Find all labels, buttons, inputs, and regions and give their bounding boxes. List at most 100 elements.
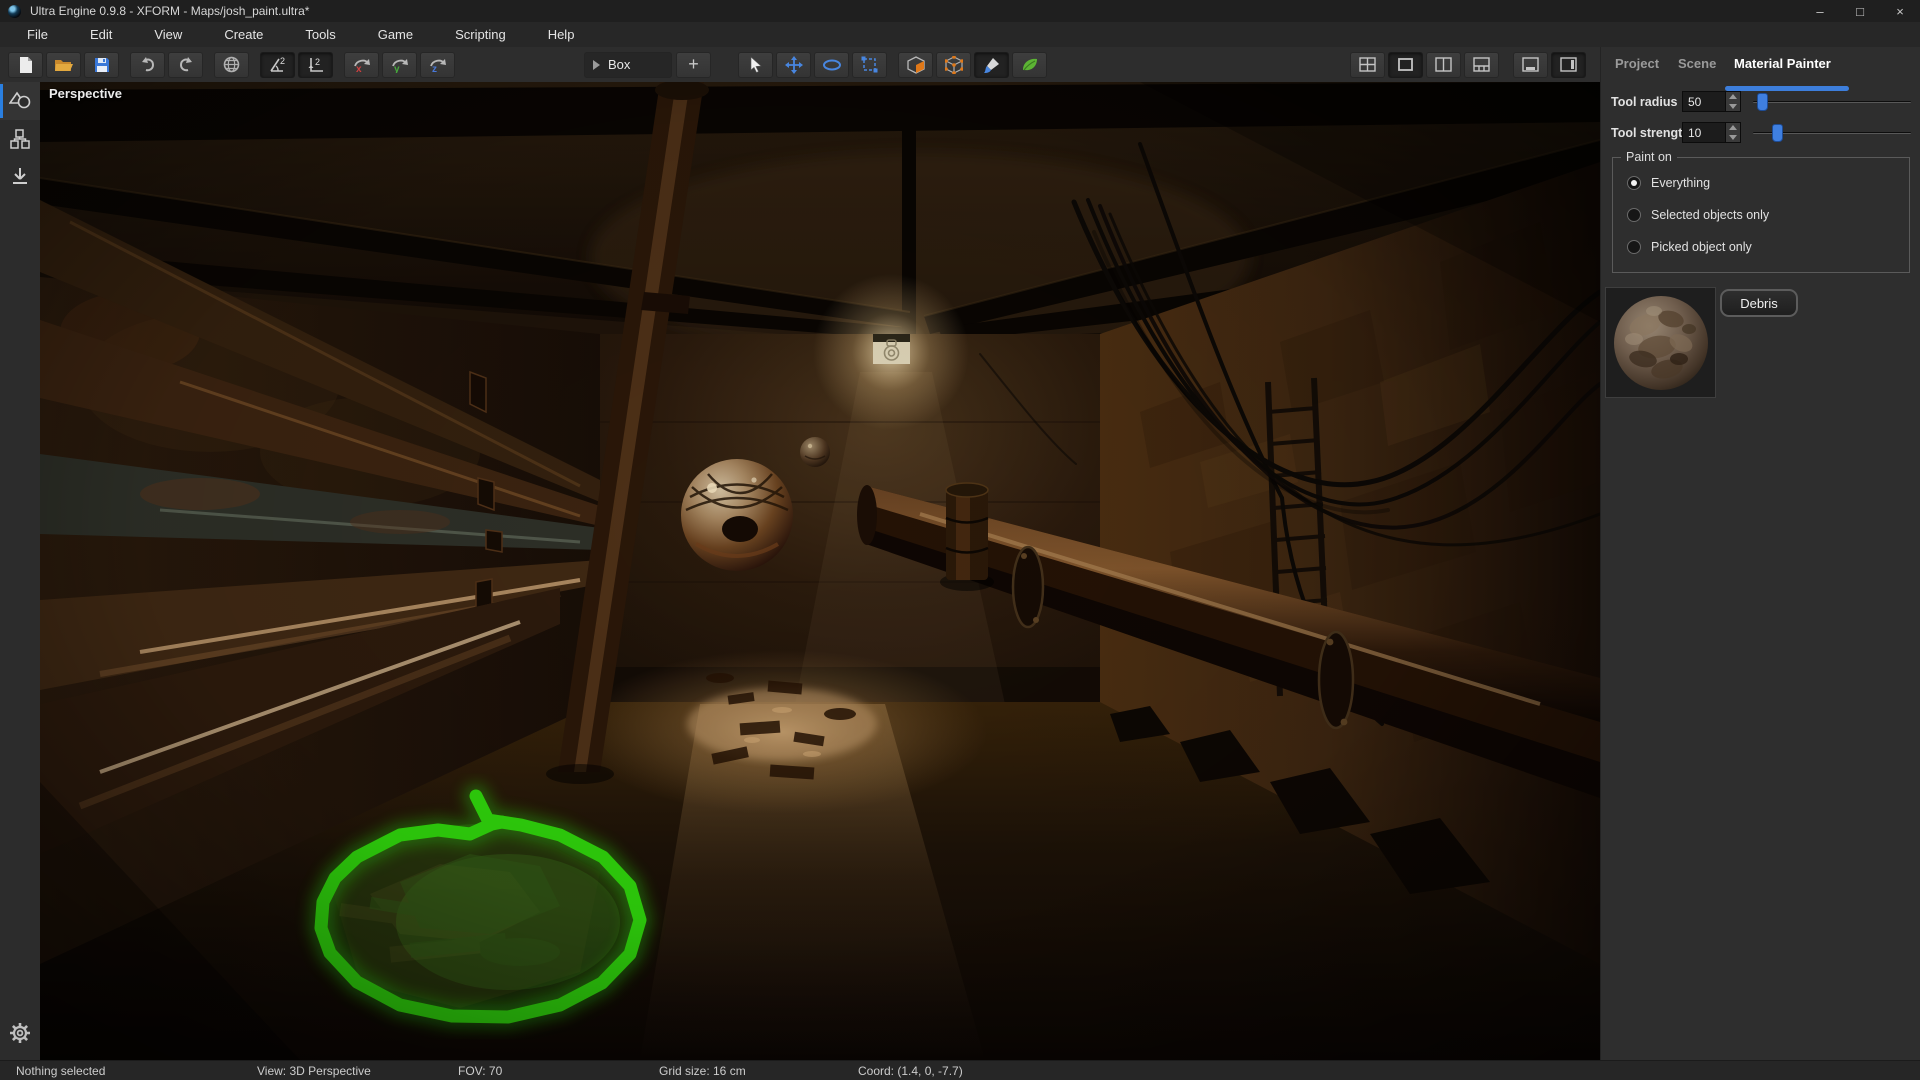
toggle-bottom-panel-button[interactable] [1513,52,1548,78]
tool-strength-spinner[interactable] [1726,122,1741,143]
app-logo-icon [8,5,21,18]
spin-down-icon [1729,135,1737,140]
layout-single-button[interactable] [1388,52,1423,78]
minimize-button[interactable]: – [1800,0,1840,22]
tool-strength-slider[interactable] [1753,123,1911,143]
save-icon [94,57,110,73]
layout-columns-icon [1435,57,1452,72]
close-button[interactable]: × [1880,0,1920,22]
maximize-button[interactable]: □ [1840,0,1880,22]
undo-icon [139,57,157,73]
viewport-3d[interactable]: Perspective [40,82,1600,1060]
toolbar: 2 2 x y z Box + [0,47,1600,82]
slider-handle[interactable] [1757,93,1768,111]
add-primitive-button[interactable]: + [676,52,711,78]
sidebar-item-settings[interactable] [0,1014,40,1052]
vertex-select-icon [945,56,963,74]
primitive-dropdown[interactable]: Box [584,52,672,78]
scale-tool-button[interactable] [852,52,887,78]
toggle-right-panel-button[interactable] [1551,52,1586,78]
radio-icon [1627,208,1641,222]
foliage-leaf-icon [1021,57,1039,73]
open-folder-icon [54,57,74,73]
svg-text:z: z [432,64,437,73]
rotate-x-button[interactable]: x [344,52,379,78]
face-select-button[interactable] [898,52,933,78]
dropdown-arrow-icon [593,60,600,70]
layout-quad-button[interactable] [1350,52,1385,78]
slider-handle[interactable] [1772,124,1783,142]
foliage-tool-button[interactable] [1012,52,1047,78]
tab-scene[interactable]: Scene [1678,56,1716,71]
menu-bar: File Edit View Create Tools Game Scripti… [0,22,1920,47]
menu-view[interactable]: View [133,22,203,47]
move-icon [785,56,803,74]
layout-quad-icon [1359,57,1376,72]
new-file-icon [18,56,34,74]
left-sidebar [0,82,40,1060]
rotate-y-button[interactable]: y [382,52,417,78]
objects-icon [9,91,31,111]
menu-tools[interactable]: Tools [284,22,356,47]
save-button[interactable] [84,52,119,78]
sidebar-item-hierarchy[interactable] [0,120,40,158]
publish-button[interactable] [214,52,249,78]
viewport-3d-scene [40,82,1600,1060]
svg-text:y: y [394,64,400,73]
grid-snap-toggle[interactable]: 2 [298,52,333,78]
hierarchy-icon [10,129,30,149]
vertex-select-button[interactable] [936,52,971,78]
settings-gear-icon [9,1022,31,1044]
select-cursor-icon [749,56,763,73]
redo-button[interactable] [168,52,203,78]
menu-create[interactable]: Create [203,22,284,47]
spin-up-icon [1729,125,1737,130]
redo-icon [177,57,195,73]
face-select-icon [907,56,925,74]
sidebar-item-import[interactable] [0,158,40,196]
scale-icon [861,56,878,73]
select-tool-button[interactable] [738,52,773,78]
rotate-x-icon: x [352,56,372,73]
tab-project[interactable]: Project [1615,56,1659,71]
radio-picked-object[interactable]: Picked object only [1627,240,1752,254]
new-file-button[interactable] [8,52,43,78]
status-bar: Nothing selected View: 3D Perspective FO… [0,1060,1920,1080]
menu-game[interactable]: Game [357,22,434,47]
undo-button[interactable] [130,52,165,78]
rotate-z-button[interactable]: z [420,52,455,78]
layout-columns-button[interactable] [1426,52,1461,78]
tab-material-painter[interactable]: Material Painter [1734,56,1831,71]
open-file-button[interactable] [46,52,81,78]
tool-radius-input[interactable] [1682,91,1726,112]
paint-tool-button[interactable] [974,52,1009,78]
menu-file[interactable]: File [6,22,69,47]
tool-strength-input[interactable] [1682,122,1726,143]
spin-up-icon [1729,94,1737,99]
layout-single-icon [1397,57,1414,72]
rotate-tool-button[interactable] [814,52,849,78]
active-tab-underline [1725,86,1849,91]
move-tool-button[interactable] [776,52,811,78]
radio-everything[interactable]: Everything [1627,176,1710,190]
rotation-snap-toggle[interactable]: 2 [260,52,295,78]
import-icon [11,167,29,187]
material-name-button[interactable]: Debris [1720,289,1798,317]
window-title: Ultra Engine 0.9.8 - XFORM - Maps/josh_p… [30,4,309,18]
radio-icon [1627,176,1641,190]
sidebar-item-objects[interactable] [0,82,40,120]
grid-snap-icon: 2 [307,56,325,73]
viewport-label: Perspective [49,86,122,101]
menu-help[interactable]: Help [527,22,596,47]
layout-rows-icon [1473,57,1490,72]
status-grid-size: Grid size: 16 cm [659,1064,746,1078]
menu-scripting[interactable]: Scripting [434,22,527,47]
slider-track [1753,101,1911,103]
tool-radius-slider[interactable] [1753,92,1911,112]
spin-down-icon [1729,104,1737,109]
tool-radius-spinner[interactable] [1726,91,1741,112]
menu-edit[interactable]: Edit [69,22,133,47]
layout-rows-button[interactable] [1464,52,1499,78]
material-thumbnail[interactable] [1605,287,1716,398]
radio-selected-objects[interactable]: Selected objects only [1627,208,1769,222]
